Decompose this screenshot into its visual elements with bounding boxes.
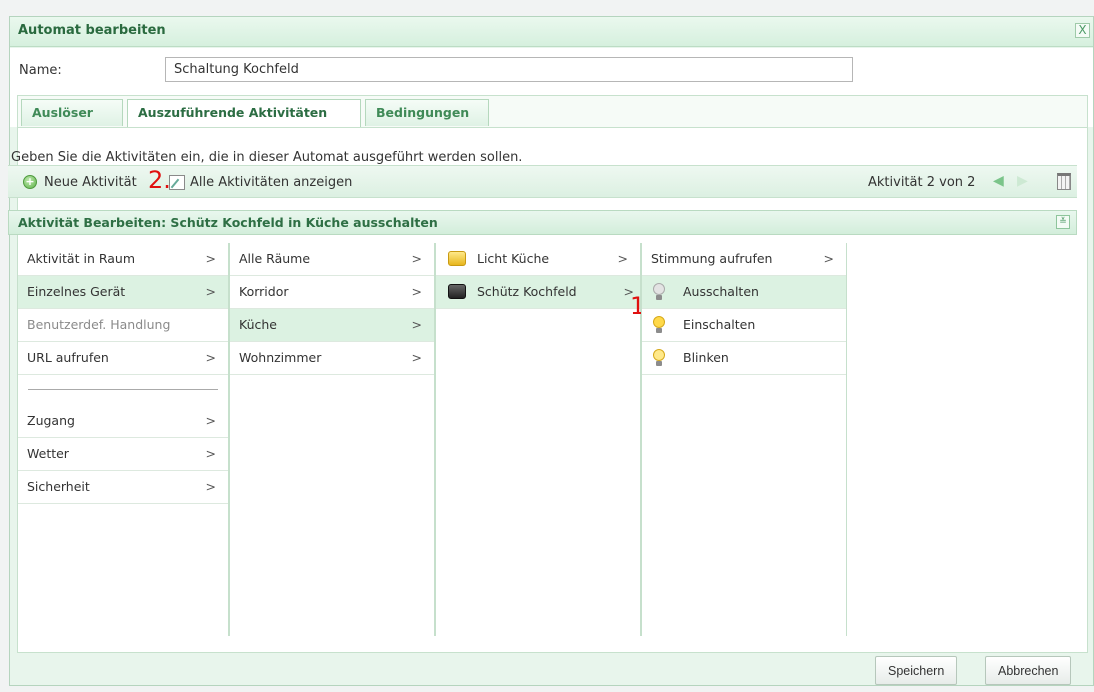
list-item-label: Zugang	[27, 413, 75, 428]
list-item-label: Aktivität in Raum	[27, 251, 136, 266]
list-item[interactable]: Stimmung aufrufen >	[642, 243, 846, 276]
column-devices: Licht Küche > Schütz Kochfeld >	[435, 243, 641, 636]
list-item[interactable]: Schütz Kochfeld >	[436, 276, 640, 309]
chevron-right-icon: >	[617, 251, 628, 266]
dialog-title: Automat bearbeiten	[18, 23, 166, 38]
list-item-label: Einzelnes Gerät	[27, 284, 126, 299]
list-item-label: Benutzerdef. Handlung	[27, 317, 171, 332]
chevron-right-icon: >	[205, 284, 216, 299]
list-item-label: Schütz Kochfeld	[477, 284, 577, 299]
close-icon[interactable]: X	[1075, 23, 1090, 38]
chevron-right-icon: >	[205, 479, 216, 494]
chevron-right-icon: >	[411, 284, 422, 299]
trash-icon[interactable]	[1057, 173, 1071, 190]
list-item-label: Blinken	[683, 350, 729, 365]
column-rooms: Alle Räume > Korridor > Küche > Wohnzimm…	[229, 243, 435, 636]
list-item[interactable]: Wohnzimmer >	[230, 342, 434, 375]
tab-auszufuehrende-aktivitaeten[interactable]: Auszuführende Aktivitäten	[127, 99, 361, 127]
list-item-label: Einschalten	[683, 317, 756, 332]
bulb-on-icon	[652, 316, 666, 334]
title-bar: Automat bearbeiten X	[10, 17, 1093, 47]
list-item[interactable]: Benutzerdef. Handlung	[18, 309, 228, 342]
list-item-label: URL aufrufen	[27, 350, 109, 365]
chevron-right-icon: >	[205, 446, 216, 461]
bulb-blink-icon	[652, 349, 666, 367]
chevron-right-icon: >	[205, 251, 216, 266]
list-item[interactable]: Aktivität in Raum >	[18, 243, 228, 276]
tab-auslöser[interactable]: Auslöser	[21, 99, 123, 126]
list-item-label: Licht Küche	[477, 251, 550, 266]
arrow-left-icon[interactable]: ◀	[993, 173, 1004, 189]
chevron-right-icon: >	[823, 251, 834, 266]
list-item-label: Küche	[239, 317, 277, 332]
add-circle-icon[interactable]: +	[23, 175, 37, 189]
list-item[interactable]: Licht Küche >	[436, 243, 640, 276]
list-item[interactable]: Zugang >	[18, 405, 228, 438]
activity-toolbar: + Neue Aktivität 2. Alle Aktivitäten anz…	[8, 165, 1077, 198]
list-item[interactable]: Küche >	[230, 309, 434, 342]
separator	[18, 375, 228, 405]
list-item[interactable]: Sicherheit >	[18, 471, 228, 504]
list-item-label: Ausschalten	[683, 284, 759, 299]
list-item[interactable]: Einschalten	[642, 309, 846, 342]
list-item-label: Wohnzimmer	[239, 350, 322, 365]
activity-counter: Aktivität 2 von 2	[868, 175, 976, 190]
edit-panel-header: Aktivität Bearbeiten: Schütz Kochfeld in…	[8, 210, 1077, 235]
name-label: Name:	[19, 63, 62, 78]
double-chevron-down-icon[interactable]: ≚	[1056, 215, 1070, 229]
list-item[interactable]: URL aufrufen >	[18, 342, 228, 375]
save-button[interactable]: Speichern	[875, 656, 958, 685]
tab-strip: Auslöser Auszuführende Aktivitäten Bedin…	[10, 93, 1093, 127]
light-box-icon	[448, 251, 466, 266]
edit-list-icon[interactable]	[169, 175, 185, 190]
chevron-right-icon: >	[411, 317, 422, 332]
list-item[interactable]: Einzelnes Gerät >	[18, 276, 228, 309]
list-item[interactable]: Blinken	[642, 342, 846, 375]
chevron-right-icon: >	[411, 251, 422, 266]
list-item[interactable]: Korridor >	[230, 276, 434, 309]
column-activity-type: Aktivität in Raum > Einzelnes Gerät > Be…	[17, 243, 229, 636]
edit-panel-title: Aktivität Bearbeiten: Schütz Kochfeld in…	[18, 215, 438, 230]
show-all-activities-button[interactable]: Alle Aktivitäten anzeigen	[190, 175, 352, 190]
name-row: Name:	[10, 48, 1093, 93]
new-activity-button[interactable]: Neue Aktivität	[44, 175, 137, 190]
tab-bedingungen[interactable]: Bedingungen	[365, 99, 489, 126]
cancel-button[interactable]: Abbrechen	[985, 656, 1072, 685]
column-actions: Stimmung aufrufen > Ausschalten Einschal…	[641, 243, 847, 636]
chevron-right-icon: >	[205, 350, 216, 365]
list-item[interactable]: Alle Räume >	[230, 243, 434, 276]
list-item-label: Wetter	[27, 446, 69, 461]
chevron-right-icon: >	[411, 350, 422, 365]
name-input[interactable]	[165, 57, 853, 82]
list-item[interactable]: Wetter >	[18, 438, 228, 471]
list-item-label: Alle Räume	[239, 251, 311, 266]
chevron-right-icon: >	[205, 413, 216, 428]
description-text: Geben Sie die Aktivitäten ein, die in di…	[11, 150, 523, 165]
list-item-label: Korridor	[239, 284, 289, 299]
arrow-right-icon[interactable]: ▶	[1017, 173, 1028, 189]
list-item-label: Stimmung aufrufen	[651, 251, 773, 266]
list-item[interactable]: Ausschalten	[642, 276, 846, 309]
contactor-icon	[448, 284, 466, 299]
bulb-off-icon	[652, 283, 666, 301]
annotation-marker-2: 2.	[148, 166, 171, 194]
list-item-label: Sicherheit	[27, 479, 90, 494]
